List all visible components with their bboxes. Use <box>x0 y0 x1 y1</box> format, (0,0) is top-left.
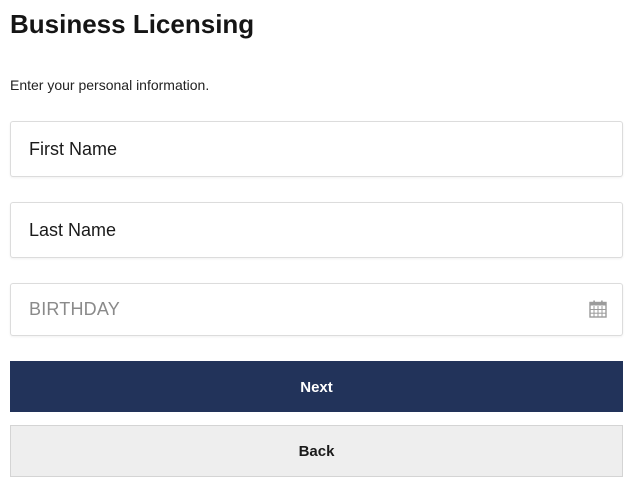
last-name-input[interactable] <box>11 203 622 257</box>
first-name-field-container <box>10 121 623 177</box>
back-button[interactable]: Back <box>10 425 623 477</box>
page-title: Business Licensing <box>10 9 255 39</box>
first-name-input[interactable] <box>11 122 622 176</box>
next-button[interactable]: Next <box>10 361 623 412</box>
last-name-field-container <box>10 202 623 258</box>
birthday-input[interactable] <box>11 284 622 335</box>
birthday-field-container <box>10 283 623 336</box>
calendar-icon[interactable] <box>588 299 608 319</box>
page-instructions: Enter your personal information. <box>10 77 210 93</box>
